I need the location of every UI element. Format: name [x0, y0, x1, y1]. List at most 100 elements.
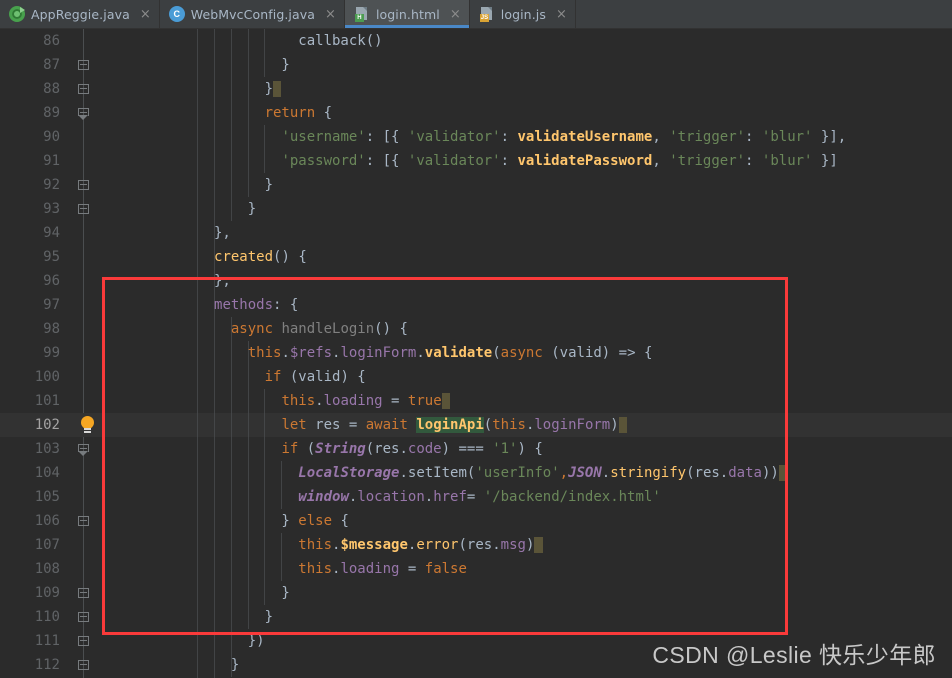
code-token: { — [315, 105, 333, 121]
code-text: } — [96, 197, 256, 221]
code-token: loginForm — [340, 345, 417, 361]
spring-boot-icon — [9, 6, 25, 22]
fold-marker-icon[interactable] — [78, 60, 89, 71]
fold-marker-icon[interactable] — [78, 204, 89, 215]
code-line[interactable]: 93 } — [0, 197, 952, 221]
close-icon[interactable]: × — [449, 8, 462, 21]
tab-label: WebMvcConfig.java — [190, 6, 316, 22]
code-token: } — [96, 585, 290, 601]
close-icon[interactable]: × — [324, 8, 337, 21]
code-token: 'username' — [281, 129, 366, 145]
code-line[interactable]: 107 this.$message.error(res.msg) — [0, 533, 952, 557]
code-token: return — [264, 105, 316, 121]
code-token: 'password' — [281, 153, 366, 169]
code-token: if — [264, 369, 282, 385]
line-number: 91 — [43, 153, 60, 169]
code-token: validateUsername — [517, 129, 653, 145]
fold-marker-icon[interactable] — [78, 180, 89, 191]
code-token: () { — [374, 321, 408, 337]
line-number: 90 — [43, 129, 60, 145]
fold-marker-icon[interactable] — [78, 108, 89, 120]
code-token: validate — [424, 345, 493, 361]
code-token: . — [416, 345, 425, 361]
code-token: setItem — [407, 465, 467, 481]
code-line[interactable]: 95 created() { — [0, 245, 952, 269]
code-line[interactable]: 110 } — [0, 605, 952, 629]
code-editor[interactable]: 86 callback() 87 } 88 } 89 return {90 'use… — [0, 29, 952, 678]
fold-marker-icon[interactable] — [78, 516, 89, 527]
line-number: 98 — [43, 321, 60, 337]
tab-appreggie-java[interactable]: AppReggie.java × — [0, 0, 160, 28]
code-line[interactable]: 96 }, — [0, 269, 952, 293]
line-number: 87 — [43, 57, 60, 73]
intention-bulb-icon[interactable] — [80, 416, 95, 434]
fold-marker-icon[interactable] — [78, 660, 89, 671]
code-text: this.$refs.loginForm.validate(async (val… — [96, 341, 653, 365]
code-text: LocalStorage.setItem('userInfo',JSON.str… — [96, 461, 788, 485]
fold-marker-icon[interactable] — [78, 612, 89, 623]
code-line[interactable]: 92 } — [0, 173, 952, 197]
code-line[interactable]: 102 let res = await loginApi(this.loginF… — [0, 413, 952, 437]
fold-marker-icon[interactable] — [78, 444, 89, 456]
code-line[interactable]: 103 if (String(res.code) === '1') { — [0, 437, 952, 461]
code-token: loading — [323, 393, 383, 409]
code-line[interactable]: 101 this.loading = true — [0, 389, 952, 413]
fold-marker-icon[interactable] — [78, 588, 89, 599]
line-number: 89 — [43, 105, 60, 121]
code-token: , — [652, 129, 670, 145]
code-token: res = — [306, 417, 366, 433]
tab-login-html[interactable]: Hlogin.html × — [344, 0, 470, 28]
close-icon[interactable]: × — [139, 8, 152, 21]
code-line[interactable]: 87 } — [0, 53, 952, 77]
code-text: this.$message.error(res.msg) — [96, 533, 543, 557]
code-line[interactable]: 97 methods: { — [0, 293, 952, 317]
close-icon[interactable]: × — [555, 8, 568, 21]
line-number: 109 — [34, 585, 60, 601]
code-token: this — [298, 561, 333, 577]
csdn-watermark: CSDN @Leslie 快乐少年郎 — [652, 642, 936, 668]
fold-marker-icon[interactable] — [78, 84, 89, 95]
code-line[interactable]: 105 window.location.href= '/backend/inde… — [0, 485, 952, 509]
fold-marker-icon[interactable] — [78, 636, 89, 647]
code-token: }, — [96, 225, 231, 241]
code-line[interactable]: 104 LocalStorage.setItem('userInfo',JSON… — [0, 461, 952, 485]
code-token: : — [745, 153, 762, 169]
line-number: 112 — [34, 657, 60, 673]
code-token: false — [424, 561, 467, 577]
code-line[interactable]: 90 'username': [{ 'validator': validateU… — [0, 125, 952, 149]
code-token: String — [315, 441, 366, 457]
code-token — [778, 465, 788, 481]
code-token: ( — [492, 345, 501, 361]
code-line[interactable]: 108 this.loading = false — [0, 557, 952, 581]
code-token: 'trigger' — [669, 129, 746, 145]
code-text: return { — [96, 101, 332, 125]
code-line[interactable]: 89 return { — [0, 101, 952, 125]
code-token: methods — [214, 297, 274, 313]
code-line[interactable]: 91 'password': [{ 'validator': validateP… — [0, 149, 952, 173]
code-line[interactable]: 99 this.$refs.loginForm.validate(async (… — [0, 341, 952, 365]
line-number: 104 — [34, 465, 60, 481]
code-token: (res. — [365, 441, 408, 457]
code-line[interactable]: 106 } else { — [0, 509, 952, 533]
code-line[interactable]: 86 callback() — [0, 29, 952, 53]
code-line[interactable]: 94 }, — [0, 221, 952, 245]
code-token: validatePassword — [517, 153, 653, 169]
code-line[interactable]: 109 } — [0, 581, 952, 605]
code-token: async — [230, 321, 274, 337]
code-token: loginApi — [416, 417, 484, 433]
code-token: { — [332, 513, 349, 529]
code-token: 'userInfo' — [475, 465, 560, 481]
code-line[interactable]: 98 async handleLogin() { — [0, 317, 952, 341]
code-token: }) — [96, 633, 265, 649]
code-line[interactable]: 88 } — [0, 77, 952, 101]
code-line[interactable]: 100 if (valid) { — [0, 365, 952, 389]
tab-login-js[interactable]: JS login.js × — [470, 0, 576, 28]
code-text: } — [96, 653, 239, 677]
tab-webmvcconfig-java[interactable]: C WebMvcConfig.java × — [160, 0, 345, 28]
